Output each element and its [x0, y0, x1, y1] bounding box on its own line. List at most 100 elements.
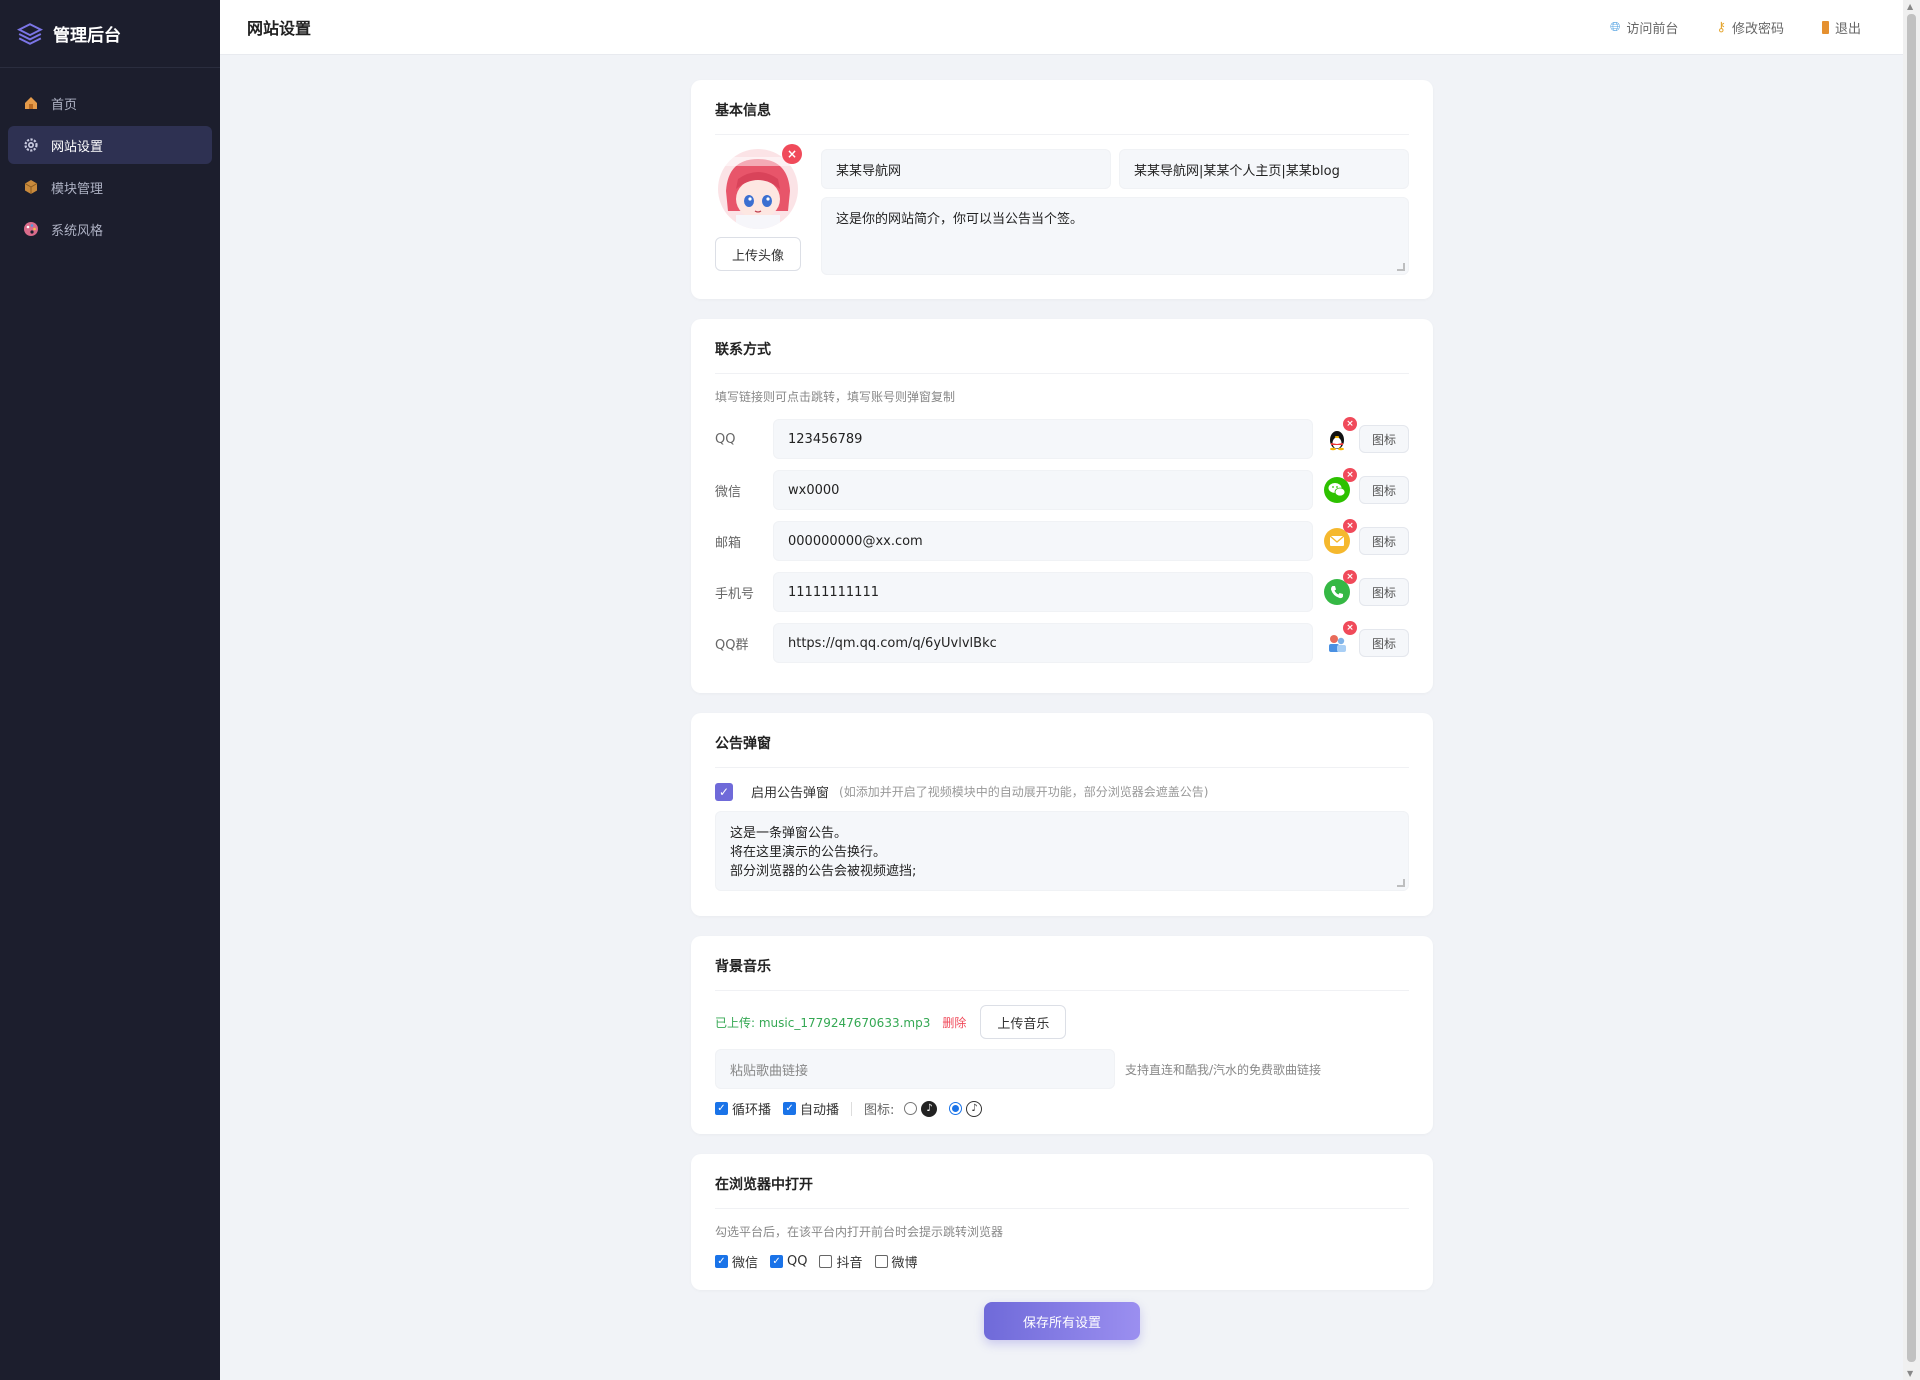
sidebar-item-theme[interactable]: 系统风格: [8, 210, 212, 248]
browser-option-wechat[interactable]: ✓ 微信: [715, 1252, 758, 1271]
phone-input[interactable]: 11111111111: [773, 572, 1313, 612]
icon-button[interactable]: 图标: [1358, 578, 1409, 606]
gear-icon: [22, 136, 40, 154]
basic-info-card: 基本信息 × 上传头像 某某导航网 某某导航网|某某个人主页|某某blog 这是…: [691, 80, 1433, 299]
avatar-section: × 上传头像: [715, 144, 802, 275]
upload-avatar-button[interactable]: 上传头像: [715, 237, 801, 271]
logout-link[interactable]: 退出: [1821, 18, 1861, 37]
icon-button[interactable]: 图标: [1358, 425, 1409, 453]
remove-avatar-icon[interactable]: ×: [782, 144, 802, 164]
logout-label: 退出: [1834, 21, 1861, 37]
change-password-link[interactable]: ⚷ 修改密码: [1716, 18, 1784, 37]
notice-line: 部分浏览器的公告会被视频遮挡;: [730, 864, 917, 879]
sidebar-item-home[interactable]: 首页: [8, 84, 212, 122]
contact-card: 联系方式 填写链接则可点击跳转，填写账号则弹窗复制 QQ 123456789 ×…: [691, 319, 1433, 693]
contact-row-email: 邮箱 000000000@xx.com × 图标: [715, 519, 1409, 563]
loop-checkbox[interactable]: ✓: [715, 1102, 728, 1115]
contact-row-phone: 手机号 11111111111 × 图标: [715, 570, 1409, 614]
song-link-hint: 支持直连和酷我/汽水的免费歌曲链接: [1125, 1062, 1322, 1077]
contact-row-qq-group: QQ群 https://qm.qq.com/q/6yUvlvlBkc × 图标: [715, 621, 1409, 665]
scroll-up-icon[interactable]: ▲: [1907, 2, 1913, 11]
browser-option-label: 微博: [891, 1256, 918, 1271]
autoplay-checkbox[interactable]: ✓: [783, 1102, 797, 1115]
douyin-checkbox[interactable]: [819, 1255, 833, 1268]
save-all-button[interactable]: 保存所有设置: [984, 1302, 1140, 1340]
resize-grip[interactable]: [1397, 263, 1405, 271]
qq-penguin-icon: ×: [1323, 417, 1357, 453]
home-icon: [22, 94, 40, 112]
remove-icon-badge[interactable]: ×: [1342, 468, 1357, 482]
loop-option[interactable]: ✓ 循环播: [715, 1099, 771, 1118]
browser-option-weibo[interactable]: 微博: [874, 1252, 918, 1271]
brand[interactable]: 管理后台: [0, 0, 220, 68]
cube-icon: [22, 178, 40, 196]
weibo-checkbox[interactable]: [874, 1255, 888, 1268]
wechat-input[interactable]: wx0000: [773, 470, 1313, 510]
music-note-outline-icon: ♪: [966, 1100, 983, 1117]
delete-music-link[interactable]: 删除: [942, 1014, 966, 1031]
music-note-dark-icon: ♪: [921, 1100, 938, 1117]
qq-checkbox[interactable]: ✓: [770, 1255, 784, 1268]
notice-enable-checkbox[interactable]: ✓: [715, 782, 733, 801]
icon-choice-1-radio[interactable]: [904, 1102, 918, 1115]
scrollbar[interactable]: ▲ ▼: [1903, 0, 1920, 1380]
site-intro-textarea[interactable]: 这是你的网站简介，你可以当公告当个签。: [821, 197, 1409, 275]
upload-music-button[interactable]: 上传音乐: [980, 1005, 1067, 1039]
qq-group-input[interactable]: https://qm.qq.com/q/6yUvlvlBkc: [773, 623, 1313, 663]
notice-textarea[interactable]: 这是一条弹窗公告。 将在这里演示的公告换行。 部分浏览器的公告会被视频遮挡;: [715, 811, 1409, 891]
song-link-input[interactable]: 粘贴歌曲链接: [715, 1049, 1115, 1089]
palette-icon: [22, 220, 40, 238]
site-title-input[interactable]: 某某导航网|某某个人主页|某某blog: [1119, 149, 1409, 189]
wechat-checkbox[interactable]: ✓: [715, 1255, 728, 1268]
qq-group-icon: ×: [1323, 621, 1357, 657]
contact-row-wechat: 微信 wx0000 × 图标: [715, 468, 1409, 512]
autoplay-option[interactable]: ✓ 自动播: [783, 1099, 839, 1118]
music-options: ✓ 循环播 ✓ 自动播 图标: ♪ ♪: [715, 1099, 1409, 1118]
browser-hint: 勾选平台后，在该平台内打开前台时会提示跳转浏览器: [715, 1225, 1004, 1239]
icon-choice-1[interactable]: ♪: [904, 1100, 938, 1117]
site-intro-text: 这是你的网站简介，你可以当公告当个签。: [836, 212, 1084, 227]
qq-input[interactable]: 123456789: [773, 419, 1313, 459]
site-name-input[interactable]: 某某导航网: [821, 149, 1111, 189]
sidebar-item-label: 系统风格: [51, 223, 104, 239]
contact-label: QQ群: [715, 637, 749, 653]
brand-title: 管理后台: [53, 26, 121, 46]
remove-icon-badge[interactable]: ×: [1342, 621, 1357, 635]
email-input[interactable]: 000000000@xx.com: [773, 521, 1313, 561]
scroll-thumb[interactable]: [1907, 14, 1916, 1362]
sidebar-item-site-settings[interactable]: 网站设置: [8, 126, 212, 164]
key-icon: ⚷: [1716, 19, 1726, 35]
main-content: 基本信息 × 上传头像 某某导航网 某某导航网|某某个人主页|某某blog 这是…: [691, 80, 1433, 1310]
remove-icon-badge[interactable]: ×: [1342, 519, 1357, 533]
remove-icon-badge[interactable]: ×: [1342, 570, 1357, 584]
browser-option-qq[interactable]: ✓ QQ: [770, 1254, 807, 1269]
contact-hint: 填写链接则可点击跳转，填写账号则弹窗复制: [715, 390, 956, 404]
notice-enable-label[interactable]: 启用公告弹窗: [751, 782, 829, 801]
notice-line: 将在这里演示的公告换行。: [730, 845, 887, 860]
uploaded-file-text: 已上传: music_1779247670633.mp3: [715, 1015, 931, 1030]
card-title: 公告弹窗: [715, 733, 1409, 768]
browser-card: 在浏览器中打开 勾选平台后，在该平台内打开前台时会提示跳转浏览器 ✓ 微信 ✓ …: [691, 1154, 1433, 1290]
layers-icon: [17, 22, 43, 45]
resize-grip[interactable]: [1397, 879, 1405, 887]
mail-icon: ×: [1323, 519, 1357, 555]
scroll-down-icon[interactable]: ▼: [1907, 1369, 1913, 1378]
globe-icon: 🌐︎: [1610, 19, 1621, 35]
visit-frontend-label: 访问前台: [1626, 21, 1679, 37]
contact-label: 微信: [715, 484, 742, 500]
sidebar-item-modules[interactable]: 模块管理: [8, 168, 212, 206]
icon-choice-2-radio[interactable]: [949, 1102, 963, 1115]
notice-enable-hint: (如添加并开启了视频模块中的自动展开功能，部分浏览器会遮盖公告): [839, 785, 1209, 799]
remove-icon-badge[interactable]: ×: [1342, 417, 1357, 431]
visit-frontend-link[interactable]: 🌐︎ 访问前台: [1610, 18, 1678, 37]
icon-button[interactable]: 图标: [1358, 476, 1409, 504]
notice-card: 公告弹窗 ✓ 启用公告弹窗 (如添加并开启了视频模块中的自动展开功能，部分浏览器…: [691, 713, 1433, 916]
browser-option-label: 抖音: [836, 1256, 863, 1271]
browser-option-douyin[interactable]: 抖音: [819, 1252, 863, 1271]
icon-button[interactable]: 图标: [1358, 527, 1409, 555]
change-password-label: 修改密码: [1731, 21, 1784, 37]
icon-button[interactable]: 图标: [1358, 629, 1409, 657]
contact-label: 邮箱: [715, 535, 742, 551]
browser-option-label: 微信: [732, 1256, 759, 1271]
icon-choice-2[interactable]: ♪: [949, 1100, 983, 1117]
